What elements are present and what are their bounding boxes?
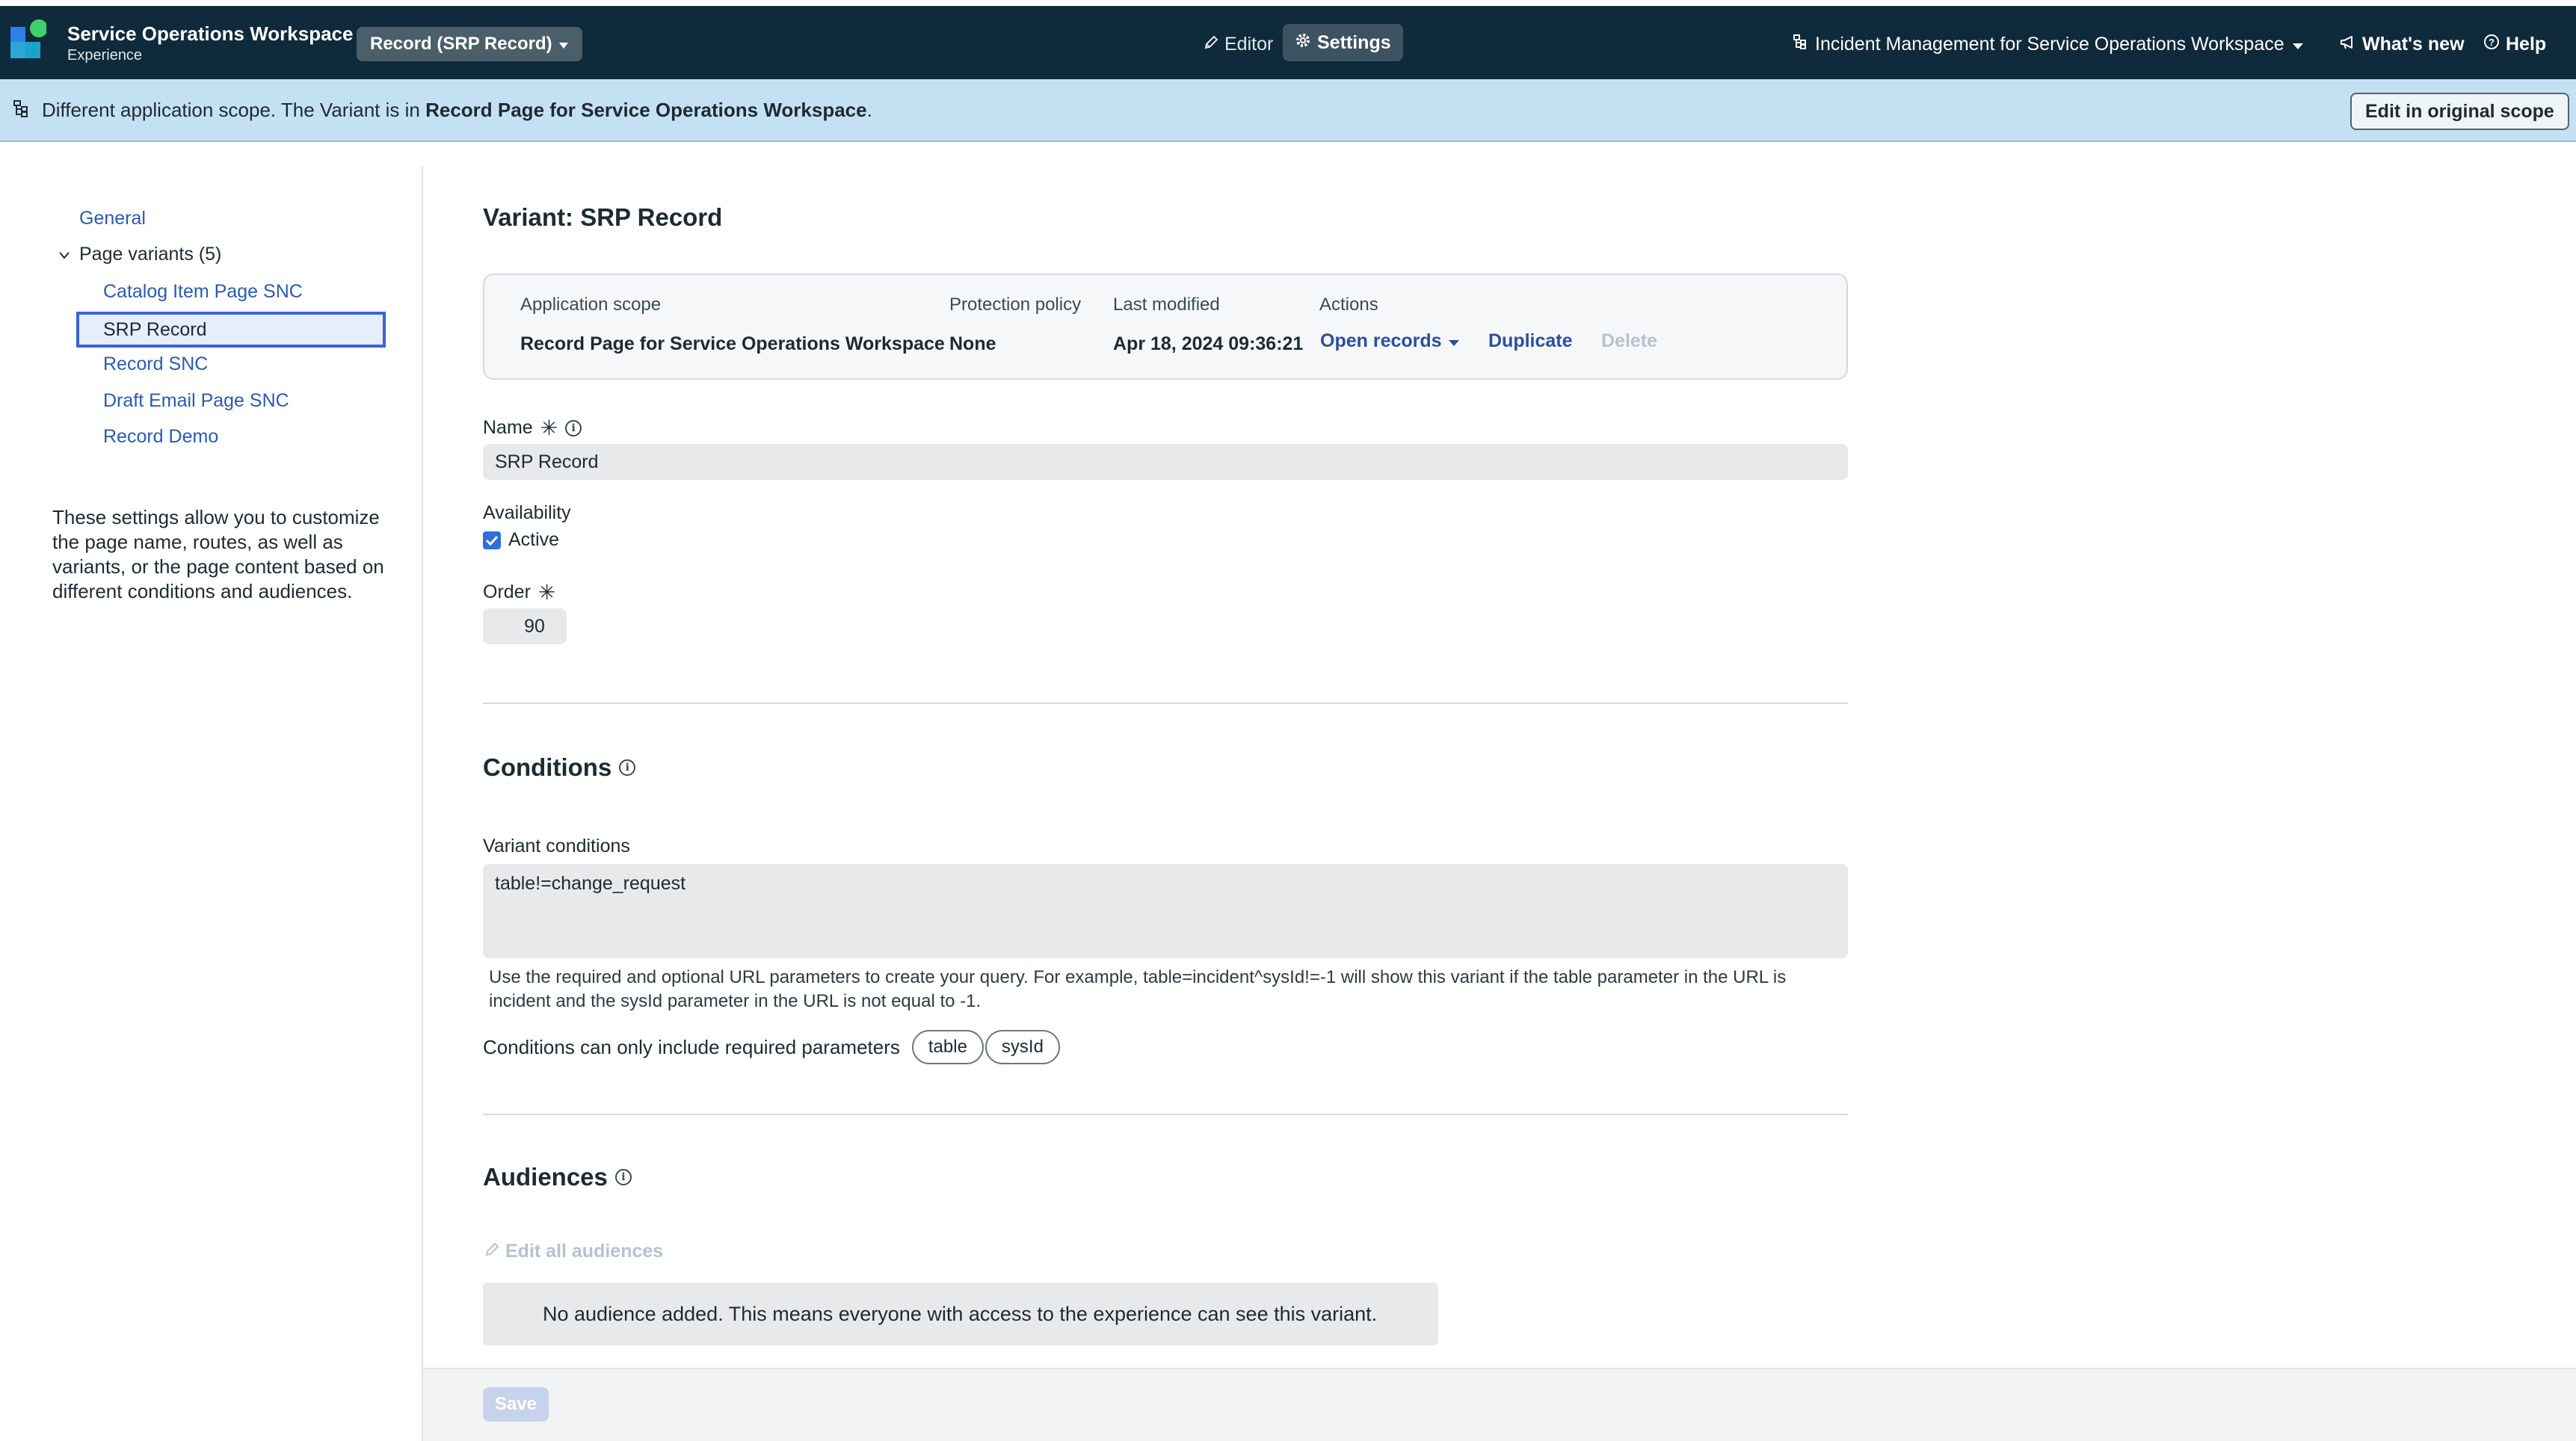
nav-variant-item[interactable]: Catalog Item Page SNC (103, 281, 303, 303)
parameter-chip-sysid[interactable]: sysId (985, 1030, 1060, 1064)
active-label: Active (508, 529, 560, 550)
banner-scope-name: Record Page for Service Operations Works… (425, 99, 867, 121)
scope-tree-icon (1793, 34, 1808, 55)
nav-variant-item[interactable]: Record Demo (103, 426, 218, 448)
required-parameters-text: Conditions can only include required par… (483, 1035, 900, 1058)
audiences-heading: Audiences i (483, 1163, 632, 1191)
pencil-icon (1204, 34, 1218, 55)
nav-variant-item[interactable]: Draft Email Page SNC (103, 390, 289, 412)
banner-text-prefix: Different application scope. The Variant… (42, 99, 426, 121)
active-checkbox-row[interactable]: Active (483, 529, 559, 551)
name-label-text: Name (483, 417, 533, 438)
variant-info-card (483, 274, 1848, 380)
edit-in-original-scope-button[interactable]: Edit in original scope (2350, 93, 2569, 130)
required-star-icon: ✳ (537, 581, 556, 604)
banner-text-suffix: . (866, 99, 872, 121)
duplicate-button[interactable]: Duplicate (1488, 330, 1573, 352)
section-divider (483, 703, 1848, 704)
pencil-icon (484, 1241, 499, 1262)
svg-text:?: ? (2489, 37, 2495, 48)
variant-conditions-label: Variant conditions (483, 836, 630, 857)
tab-settings[interactable]: Settings (1283, 24, 1403, 61)
conditions-heading: Conditions i (483, 753, 636, 782)
app-logo-icon (9, 16, 48, 61)
name-input[interactable]: SRP Record (483, 444, 1848, 480)
conditions-help-text: Use the required and optional URL parame… (489, 967, 1787, 1011)
gear-icon (1295, 32, 1311, 54)
nav-variant-item-selected[interactable]: SRP Record (76, 312, 386, 348)
app-subtitle: Experience (67, 47, 143, 64)
order-input[interactable]: 90 (483, 608, 567, 644)
edit-all-audiences-label: Edit all audiences (505, 1241, 664, 1262)
caret-down-icon (558, 34, 569, 55)
no-audience-message: No audience added. This means everyone w… (483, 1283, 1438, 1345)
help-button[interactable]: ? Help (2483, 27, 2546, 61)
page-select-label: Record (SRP Record) (370, 34, 552, 54)
tab-editor-label: Editor (1224, 33, 1274, 55)
availability-label: Availability (483, 502, 571, 523)
chevron-down-icon (58, 244, 70, 265)
order-label-text: Order (483, 581, 531, 602)
footer-bar (423, 1368, 2576, 1441)
save-button[interactable]: Save (483, 1387, 549, 1422)
card-header-scope: Application scope (520, 294, 662, 315)
info-icon[interactable]: i (565, 419, 582, 436)
variant-title: Variant: SRP Record (483, 203, 723, 231)
required-star-icon: ✳ (540, 416, 558, 439)
banner-message: Different application scope. The Variant… (42, 99, 872, 122)
scope-tree-icon (12, 99, 31, 121)
card-header-modified: Last modified (1113, 294, 1220, 315)
nav-general-link[interactable]: General (79, 208, 146, 229)
card-value-scope: Record Page for Service Operations Works… (520, 333, 945, 354)
variant-conditions-textarea[interactable]: table!=change_request (483, 864, 1848, 958)
nav-variant-item[interactable]: Record SNC (103, 354, 208, 375)
app-title: Service Operations Workspace (67, 22, 354, 45)
help-circle-icon: ? (2483, 34, 2500, 55)
application-scope-dropdown[interactable]: Incident Management for Service Operatio… (1793, 27, 2304, 61)
card-header-policy: Protection policy (949, 294, 1082, 315)
settings-help-text: These settings allow you to customize th… (52, 506, 384, 602)
open-records-dropdown[interactable]: Open records (1320, 330, 1460, 352)
page-variants-label: Page variants (5) (79, 244, 222, 265)
tab-editor[interactable]: Editor (1195, 27, 1282, 61)
section-divider (483, 1114, 1848, 1115)
conditions-title-text: Conditions (483, 753, 612, 781)
page-variants-toggle[interactable]: Page variants (5) (58, 244, 221, 265)
card-value-policy: None (949, 333, 996, 354)
caret-down-icon (2292, 34, 2304, 55)
caret-down-icon (1448, 330, 1460, 352)
audiences-title-text: Audiences (483, 1163, 608, 1191)
required-parameters-row: Conditions can only include required par… (483, 1030, 1060, 1064)
open-records-label: Open records (1320, 330, 1442, 351)
help-label: Help (2506, 33, 2547, 55)
nav-divider (422, 166, 423, 1441)
order-field-label: Order ✳ (483, 580, 555, 605)
info-icon[interactable]: i (614, 1169, 632, 1185)
whats-new-label: What's new (2362, 33, 2465, 55)
info-icon[interactable]: i (619, 759, 636, 776)
delete-button[interactable]: Delete (1601, 330, 1657, 352)
parameter-chip-table[interactable]: table (911, 1030, 984, 1064)
checkmark-icon (485, 535, 499, 546)
active-checkbox[interactable] (483, 531, 501, 549)
card-value-modified: Apr 18, 2024 09:36:21 (1113, 333, 1304, 354)
edit-all-audiences-button[interactable]: Edit all audiences (484, 1241, 663, 1262)
card-header-actions: Actions (1319, 294, 1378, 315)
name-field-label: Name ✳ i (483, 416, 582, 440)
scope-label: Incident Management for Service Operatio… (1815, 33, 2284, 55)
tab-settings-label: Settings (1317, 31, 1391, 53)
page-select-dropdown[interactable]: Record (SRP Record) (357, 27, 582, 61)
megaphone-icon (2340, 34, 2356, 55)
whats-new-button[interactable]: What's new (2340, 27, 2465, 61)
